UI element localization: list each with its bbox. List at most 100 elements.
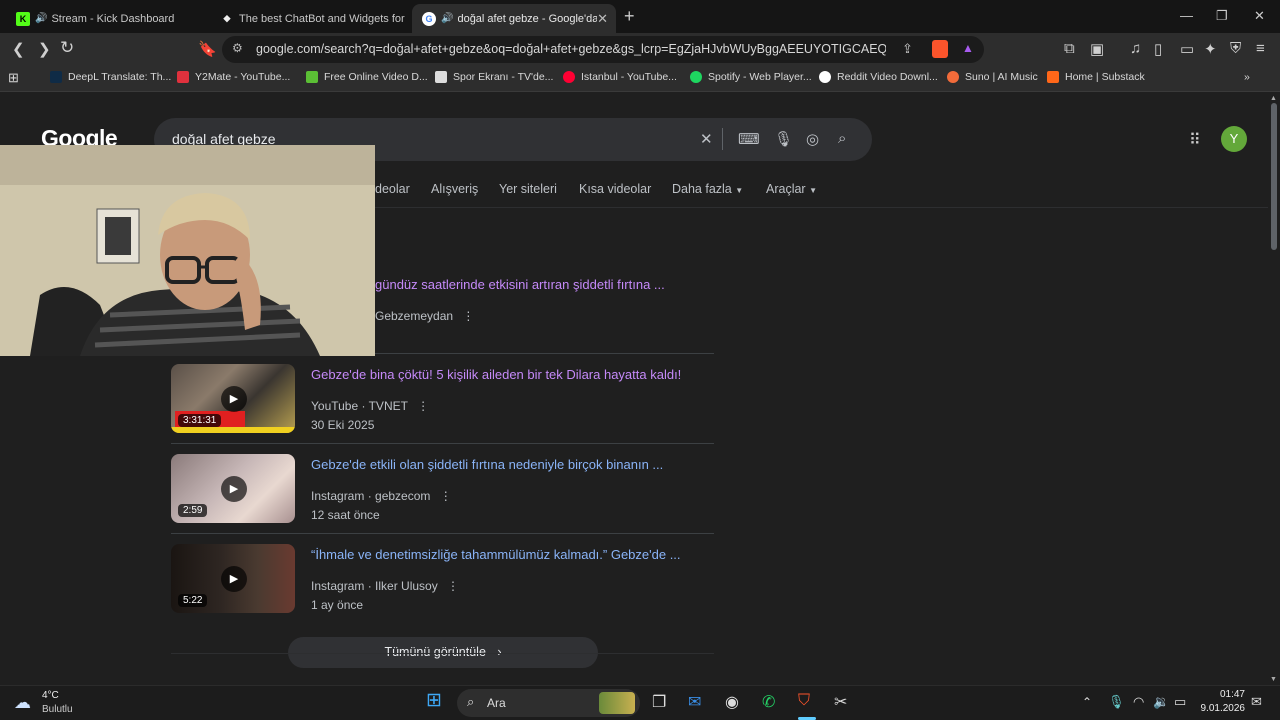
cloud-icon: ☁ — [14, 693, 31, 712]
bookmark-y2mate[interactable]: Y2Mate - YouTube... — [177, 71, 290, 83]
bookmark-icon[interactable]: 🔖 — [198, 40, 217, 58]
video-duration: 3:31:31 — [178, 414, 222, 427]
volume-icon[interactable]: 🔉 — [1153, 694, 1169, 710]
share-icon[interactable]: ⇪ — [902, 41, 913, 57]
more-options-icon[interactable]: ⋮ — [440, 489, 452, 503]
result-source: Gebzemeydan ⋮ — [375, 309, 474, 323]
more-options-icon[interactable]: ⋮ — [417, 399, 429, 413]
vpn-icon[interactable]: ⛨ — [1230, 40, 1241, 57]
windows-start-icon[interactable]: ⊞ — [426, 689, 442, 712]
site-info-icon[interactable]: ⚙ — [232, 41, 243, 55]
search-icon[interactable]: ⌕ — [838, 130, 846, 147]
more-options-icon[interactable]: ⋮ — [447, 579, 459, 593]
leo-ai-icon[interactable]: ✦ — [1204, 40, 1217, 58]
bookmarks-bar: ⊞ DeepL Translate: Th... Y2Mate - YouTub… — [0, 66, 1280, 92]
speaker-icon[interactable]: 🔊 — [35, 13, 47, 24]
bookmark-label: DeepL Translate: Th... — [68, 71, 172, 83]
result-title[interactable]: “İhmale ve denetimsizliğe tahammülümüz k… — [311, 547, 681, 562]
microphone-icon[interactable]: 🎙 — [1108, 694, 1125, 710]
reload-icon[interactable]: ↻ — [60, 38, 74, 58]
tab-more[interactable]: Daha fazla ▼ — [672, 182, 743, 196]
notifications-icon[interactable]: ✉ — [1251, 694, 1262, 710]
video-thumbnail[interactable]: ▶ 5:22 — [171, 544, 295, 613]
back-icon[interactable]: ❮ — [12, 40, 25, 58]
music-icon[interactable]: ♫ — [1130, 40, 1141, 57]
taskbar-search[interactable]: ⌕ Ara — [457, 689, 640, 717]
new-tab-button[interactable]: + — [624, 6, 635, 27]
brave-shield-icon[interactable] — [932, 40, 948, 58]
video-thumbnail[interactable]: ▶ 2:59 — [171, 454, 295, 523]
spotify-icon — [690, 71, 702, 83]
play-icon[interactable]: ▶ — [221, 386, 247, 412]
tab-title: The best ChatBot and Widgets for Kick — [239, 12, 406, 25]
forward-icon[interactable]: ❯ — [38, 40, 51, 58]
bookmark-istanbul-youtube[interactable]: Istanbul - YouTube... — [563, 71, 677, 83]
bookmark-spotify[interactable]: Spotify - Web Player... — [690, 71, 812, 83]
tab-kick-dashboard[interactable]: K 🔊 Stream - Kick Dashboard — [6, 4, 206, 33]
snipping-tool-icon[interactable]: ✂ — [834, 692, 847, 712]
scroll-up-icon[interactable]: ▲ — [1270, 95, 1277, 102]
scrollbar-thumb[interactable] — [1271, 103, 1277, 250]
screenshot-icon[interactable]: ▣ — [1090, 40, 1104, 58]
tab-title: Stream - Kick Dashboard — [51, 12, 175, 25]
apps-grid-icon[interactable]: ⊞ — [8, 70, 19, 86]
tab-shopping[interactable]: Alışveriş — [431, 182, 478, 196]
task-view-icon[interactable]: ❐ — [652, 692, 666, 712]
brave-browser-icon[interactable]: ⛉ — [798, 692, 810, 710]
wifi-icon[interactable]: ◠ — [1133, 694, 1144, 710]
lens-icon[interactable]: ◎ — [806, 130, 819, 148]
result-title[interactable]: Gebze'de etkili olan şiddetli fırtına ne… — [311, 457, 663, 472]
keyboard-icon[interactable]: ⌨ — [738, 130, 760, 148]
address-bar[interactable]: ⚙ google.com/search?q=doğal+afet+gebze&o… — [222, 36, 984, 63]
clock[interactable]: 01:47 9.01.2026 — [1199, 688, 1246, 716]
result-source: Instagram · gebzecom ⋮ — [311, 489, 452, 503]
close-window-button[interactable]: ✕ — [1254, 8, 1265, 24]
brave-rewards-icon[interactable]: ▲ — [962, 41, 974, 55]
more-bookmarks-icon[interactable]: » — [1244, 71, 1250, 83]
bookmark-reddit-downloader[interactable]: Reddit Video Downl... — [819, 71, 938, 83]
microphone-icon[interactable]: 🎙 — [774, 130, 793, 148]
tray-overflow-icon[interactable]: ⌃ — [1082, 695, 1092, 709]
result-title[interactable]: gündüz saatlerinde etkisini artıran şidd… — [375, 277, 665, 292]
menu-icon[interactable]: ≡ — [1256, 40, 1265, 57]
result-source: Instagram · Ilker Ulusoy ⋮ — [311, 579, 459, 593]
google-apps-icon[interactable]: ⠿ — [1189, 130, 1201, 150]
chevron-right-icon: › — [497, 645, 502, 659]
tab-chatbot-widgets[interactable]: ◆ The best ChatBot and Widgets for Kick — [210, 4, 406, 33]
bookmark-spor-ekrani[interactable]: Spor Ekranı - TV'de... — [435, 71, 553, 83]
bookmark-deepl[interactable]: DeepL Translate: Th... — [50, 71, 171, 83]
tab-google-search[interactable]: G 🔊 doğal afet gebze - Google'da Ara ✕ — [412, 4, 616, 33]
avatar[interactable]: Y — [1221, 126, 1247, 152]
battery-icon[interactable]: ▭ — [1174, 694, 1186, 710]
steam-icon[interactable]: ◉ — [725, 692, 739, 712]
sidebar-icon[interactable]: ▯ — [1154, 40, 1162, 58]
clear-icon[interactable]: ✕ — [700, 130, 713, 148]
mail-icon[interactable]: ✉ — [688, 692, 701, 712]
play-icon[interactable]: ▶ — [221, 476, 247, 502]
tab-strip: K 🔊 Stream - Kick Dashboard ◆ The best C… — [0, 0, 1280, 33]
more-options-icon[interactable]: ⋮ — [462, 309, 474, 323]
speaker-icon[interactable]: 🔊 — [441, 13, 453, 24]
download-icon — [306, 71, 318, 83]
restore-button[interactable]: ❐ — [1216, 8, 1228, 24]
tab-tools[interactable]: Araçlar ▼ — [766, 182, 817, 196]
scrollbar[interactable]: ▲ ▼ — [1268, 93, 1280, 685]
bookmark-substack[interactable]: Home | Substack — [1047, 71, 1145, 83]
news-ticker — [171, 427, 295, 433]
result-title[interactable]: Gebze'de bina çöktü! 5 kişilik aileden b… — [311, 367, 681, 382]
wallet-icon[interactable]: ▭ — [1180, 40, 1194, 58]
tab-short-videos[interactable]: Kısa videolar — [579, 182, 651, 196]
whatsapp-icon[interactable]: ✆ — [762, 692, 775, 712]
bookmark-label: Spotify - Web Player... — [708, 71, 812, 83]
tab-places[interactable]: Yer siteleri — [499, 182, 557, 196]
deepl-icon — [50, 71, 62, 83]
extensions-icon[interactable]: ⧉ — [1064, 40, 1075, 57]
bookmark-free-video[interactable]: Free Online Video D... — [306, 71, 428, 83]
close-tab-icon[interactable]: ✕ — [597, 11, 608, 27]
minimize-button[interactable]: — — [1180, 8, 1193, 23]
tab-videos[interactable]: deolar — [375, 182, 410, 196]
bookmark-suno[interactable]: Suno | AI Music — [947, 71, 1038, 83]
scroll-down-icon[interactable]: ▼ — [1270, 676, 1277, 683]
video-thumbnail[interactable]: ▶ 3:31:31 — [171, 364, 295, 433]
play-icon[interactable]: ▶ — [221, 566, 247, 592]
